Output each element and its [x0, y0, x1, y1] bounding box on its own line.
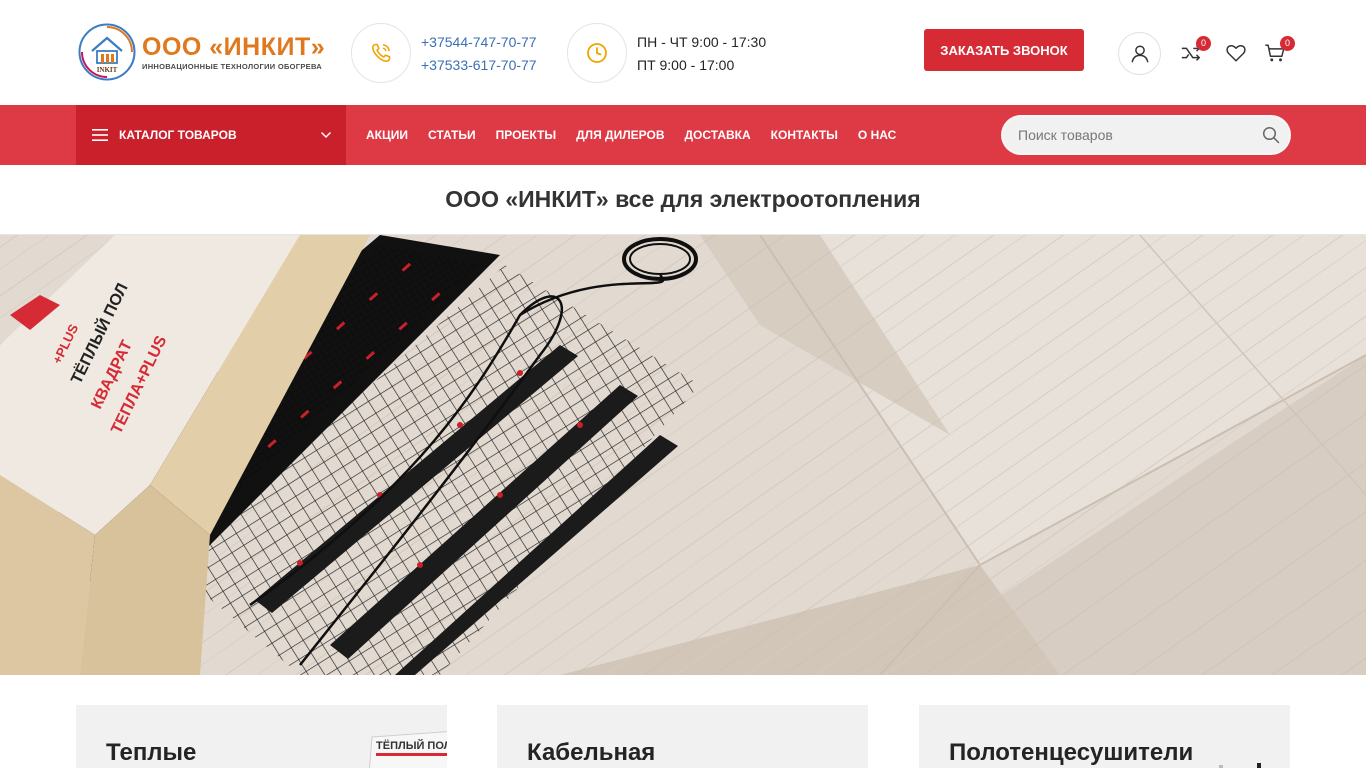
logo-title: ООО «ИНКИТ» — [142, 33, 326, 61]
hero-image: +PLUS ТЁПЛЫЙ ПОЛ КВАДРАТ ТЕПЛА+PLUS — [0, 235, 1366, 675]
nav-link-delivery[interactable]: ДОСТАВКА — [685, 128, 751, 142]
nav-link-promotions[interactable]: АКЦИИ — [366, 128, 408, 142]
search-box — [1001, 115, 1291, 155]
category-thumbnail: ТЁПЛЫЙ ПОЛ — [369, 731, 447, 768]
hero-banner[interactable]: +PLUS ТЁПЛЫЙ ПОЛ КВАДРАТ ТЕПЛА+PLUS — [0, 235, 1366, 675]
menu-icon — [92, 129, 108, 141]
phone-list: +37544-747-70-77 +37533-617-70-77 — [421, 31, 537, 77]
search-input[interactable] — [1003, 117, 1243, 153]
wishlist-button[interactable] — [1224, 41, 1248, 65]
phone-link-2[interactable]: +37533-617-70-77 — [421, 54, 537, 77]
nav-link-contacts[interactable]: КОНТАКТЫ — [771, 128, 838, 142]
catalog-menu-button[interactable]: КАТАЛОГ ТОВАРОВ — [76, 105, 346, 165]
nav-link-projects[interactable]: ПРОЕКТЫ — [496, 128, 557, 142]
compare-count-badge: 0 — [1196, 36, 1211, 51]
logo-mark: INKIT — [78, 23, 136, 81]
nav-link-about[interactable]: О НАС — [858, 128, 896, 142]
cart-count-badge: 0 — [1280, 36, 1295, 51]
working-hours: ПН - ЧТ 9:00 - 17:30 ПТ 9:00 - 17:00 — [637, 31, 766, 77]
user-icon — [1130, 44, 1149, 62]
nav-link-dealers[interactable]: ДЛЯ ДИЛЕРОВ — [576, 128, 664, 142]
phone-link-1[interactable]: +37544-747-70-77 — [421, 31, 537, 54]
category-title: Кабельная — [527, 739, 656, 766]
category-thumbnail — [1219, 763, 1261, 768]
page-title-bar: ООО «ИНКИТ» все для электроотопления — [0, 165, 1366, 235]
page-title: ООО «ИНКИТ» все для электроотопления — [445, 186, 921, 212]
catalog-label: КАТАЛОГ ТОВАРОВ — [119, 128, 237, 142]
category-thumb-text: ТЁПЛЫЙ ПОЛ — [376, 739, 447, 752]
hours-weekdays: ПН - ЧТ 9:00 - 17:30 — [637, 34, 767, 50]
category-card-towel-warmers[interactable]: Полотенцесушители — [919, 705, 1290, 768]
nav-link-articles[interactable]: СТАТЬИ — [428, 128, 476, 142]
logo-mark-text: INKIT — [97, 66, 118, 74]
logo-subtitle: ИННОВАЦИОННЫЕ ТЕХНОЛОГИИ ОБОГРЕВА — [142, 62, 323, 71]
cart-button[interactable]: 0 — [1263, 36, 1295, 65]
site-logo[interactable]: INKIT ООО «ИНКИТ» ИННОВАЦИОННЫЕ ТЕХНОЛОГ… — [78, 22, 325, 82]
search-icon[interactable] — [1262, 126, 1280, 144]
heart-icon — [1226, 45, 1246, 62]
nav-links: АКЦИИ СТАТЬИ ПРОЕКТЫ ДЛЯ ДИЛЕРОВ ДОСТАВК… — [366, 105, 916, 165]
clock-icon — [567, 23, 627, 83]
compare-button[interactable]: 0 — [1179, 36, 1211, 65]
chevron-down-icon — [321, 132, 331, 138]
user-account-button[interactable] — [1118, 32, 1161, 75]
hours-friday: ПТ 9:00 - 17:00 — [637, 57, 735, 73]
category-title: Теплые — [106, 739, 197, 766]
order-call-button[interactable]: ЗАКАЗАТЬ ЗВОНОК — [924, 29, 1084, 71]
main-navbar: КАТАЛОГ ТОВАРОВ АКЦИИ СТАТЬИ ПРОЕКТЫ ДЛЯ… — [0, 105, 1366, 165]
phone-icon — [351, 23, 411, 83]
category-card-cable[interactable]: Кабельная — [497, 705, 868, 768]
category-card-floor-heating[interactable]: Теплые ТЁПЛЫЙ ПОЛ — [76, 705, 447, 768]
top-header: INKIT ООО «ИНКИТ» ИННОВАЦИОННЫЕ ТЕХНОЛОГ… — [0, 0, 1366, 105]
category-title: Полотенцесушители — [949, 739, 1194, 766]
